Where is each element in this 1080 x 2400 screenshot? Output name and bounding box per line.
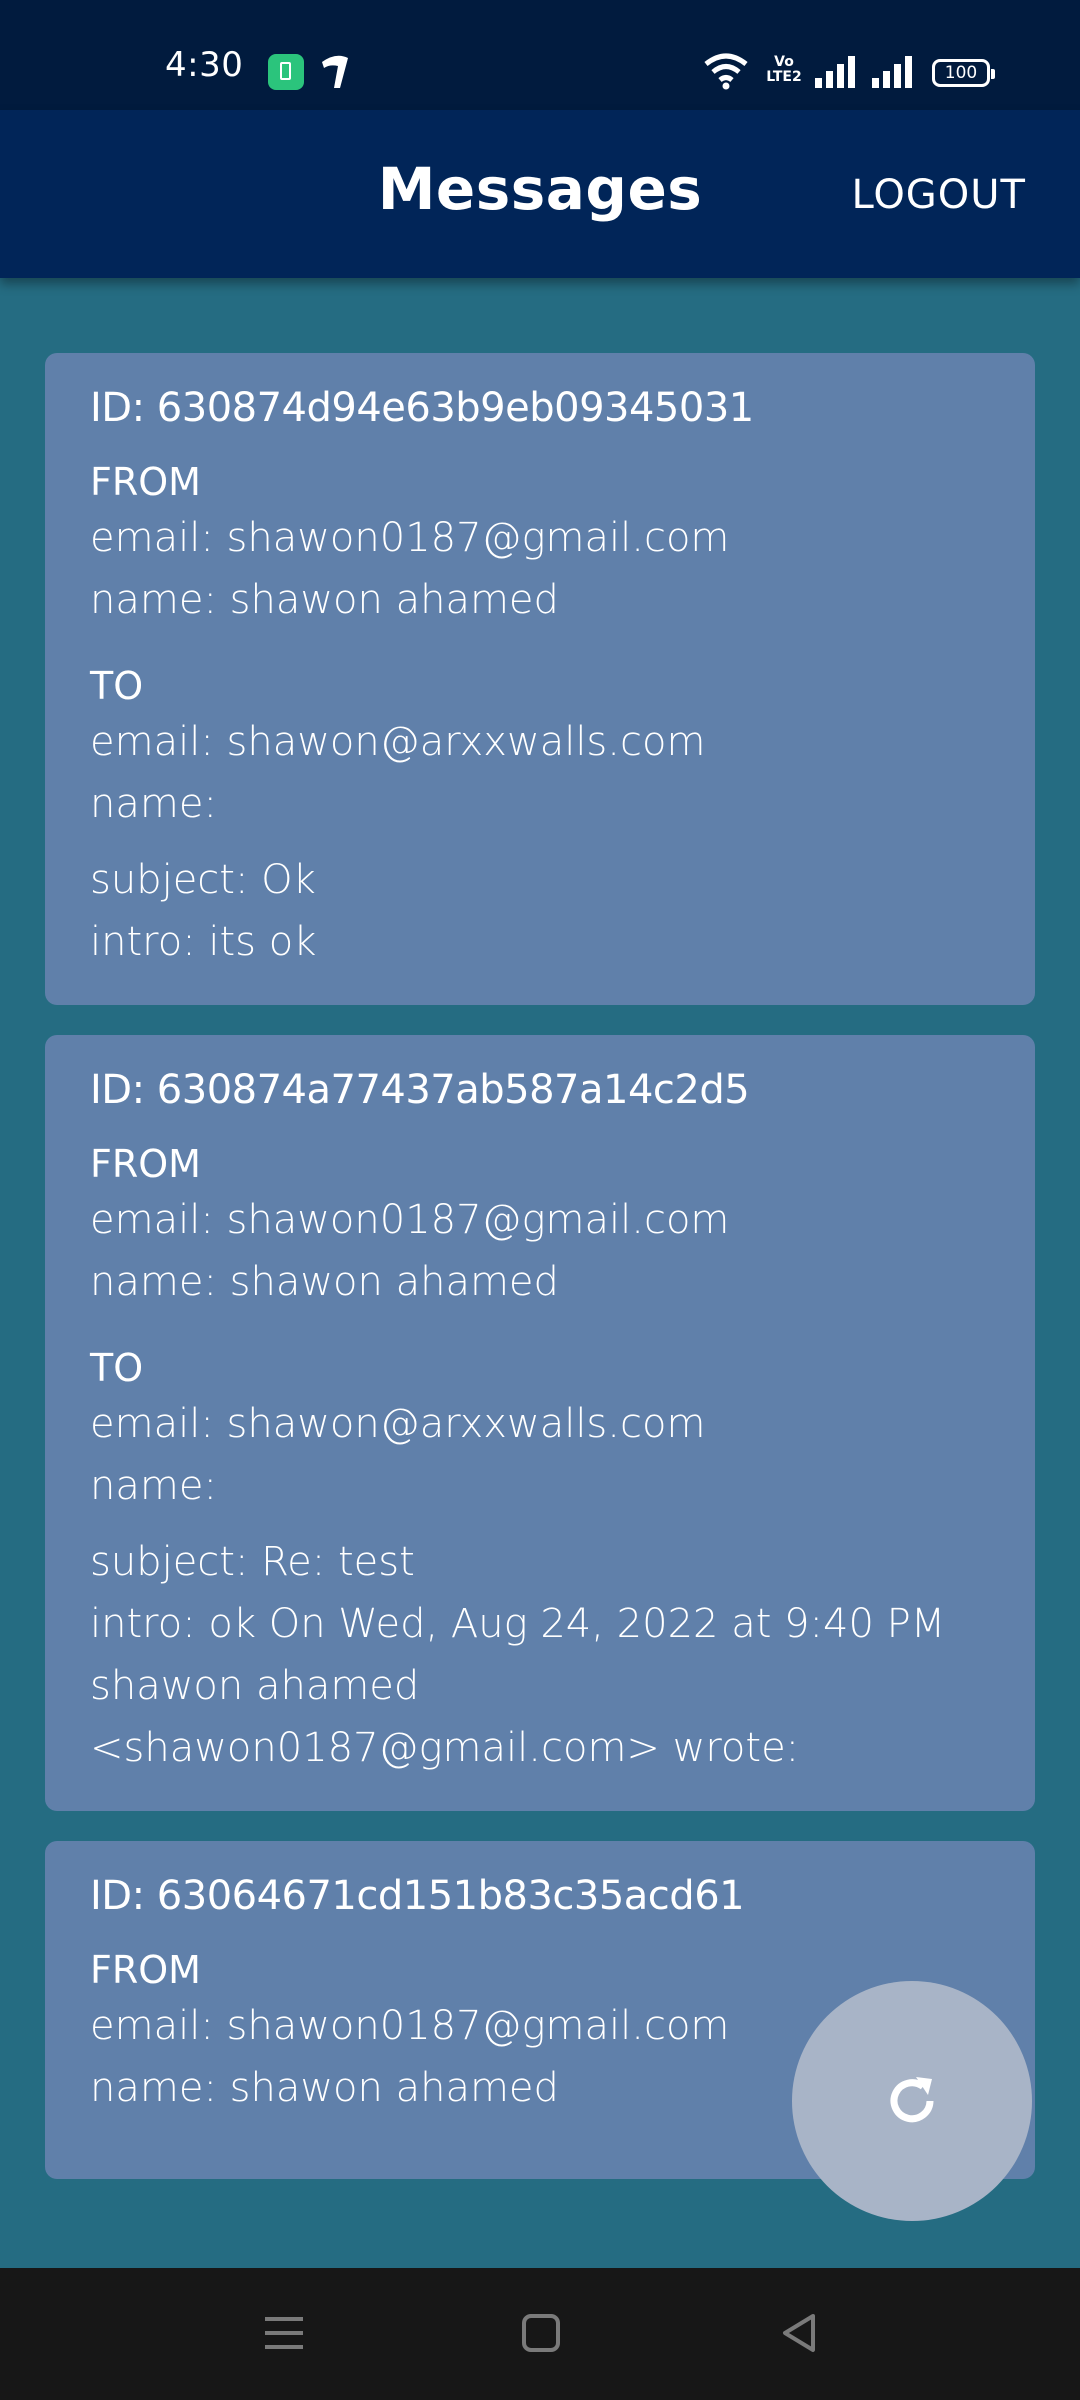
wifi-icon xyxy=(704,53,748,90)
message-subject: subject: Ok xyxy=(90,857,316,903)
message-card[interactable]: ID: 630874d94e63b9eb09345031 FROM email:… xyxy=(45,353,1035,1005)
logout-button[interactable]: LOGOUT xyxy=(851,172,1026,218)
system-nav-bar xyxy=(0,2268,1080,2400)
to-email: email: shawon@arxxwalls.com xyxy=(90,1401,706,1447)
status-time: 4:30 xyxy=(165,45,244,85)
message-list: ID: 630874d94e63b9eb09345031 FROM email:… xyxy=(45,353,1035,2209)
message-intro: shawon ahamed xyxy=(90,1663,420,1709)
menu-icon[interactable] xyxy=(262,2308,306,2358)
carrier-icon xyxy=(322,55,348,88)
from-name: name: shawon ahamed xyxy=(90,1259,559,1305)
from-email: email: shawon0187@gmail.com xyxy=(90,515,730,561)
signal-1-icon xyxy=(815,56,855,88)
message-id: ID: 63064671cd151b83c35acd61 xyxy=(90,1873,745,1919)
battery-icon: 100 xyxy=(932,59,995,87)
message-intro: intro: its ok xyxy=(90,919,317,965)
volte-label: Vo LTE2 xyxy=(766,54,802,85)
signal-2-icon xyxy=(872,56,912,88)
from-heading: FROM xyxy=(90,460,201,504)
to-name: name: xyxy=(90,781,217,827)
back-icon[interactable] xyxy=(779,2308,819,2358)
app-bar: Messages LOGOUT xyxy=(0,110,1080,278)
to-email: email: shawon@arxxwalls.com xyxy=(90,719,706,765)
status-bar: 4:30 Vo LTE2 100 xyxy=(0,0,1080,110)
to-name: name: xyxy=(90,1463,217,1509)
battery-saver-icon xyxy=(268,54,304,90)
message-subject: subject: Re: test xyxy=(90,1539,415,1585)
to-heading: TO xyxy=(90,664,144,708)
message-id: ID: 630874d94e63b9eb09345031 xyxy=(90,385,754,431)
from-heading: FROM xyxy=(90,1948,201,1992)
from-name: name: shawon ahamed xyxy=(90,577,559,623)
from-heading: FROM xyxy=(90,1142,201,1186)
from-email: email: shawon0187@gmail.com xyxy=(90,1197,730,1243)
message-card[interactable]: ID: 630874a77437ab587a14c2d5 FROM email:… xyxy=(45,1035,1035,1811)
refresh-button[interactable] xyxy=(792,1981,1032,2221)
message-id: ID: 630874a77437ab587a14c2d5 xyxy=(90,1067,750,1113)
home-icon[interactable] xyxy=(521,2308,561,2358)
to-heading: TO xyxy=(90,1346,144,1390)
refresh-icon xyxy=(890,2077,934,2123)
message-intro: intro: ok On Wed, Aug 24, 2022 at 9:40 P… xyxy=(90,1601,946,1647)
message-intro: <shawon0187@gmail.com> wrote: xyxy=(90,1725,800,1771)
